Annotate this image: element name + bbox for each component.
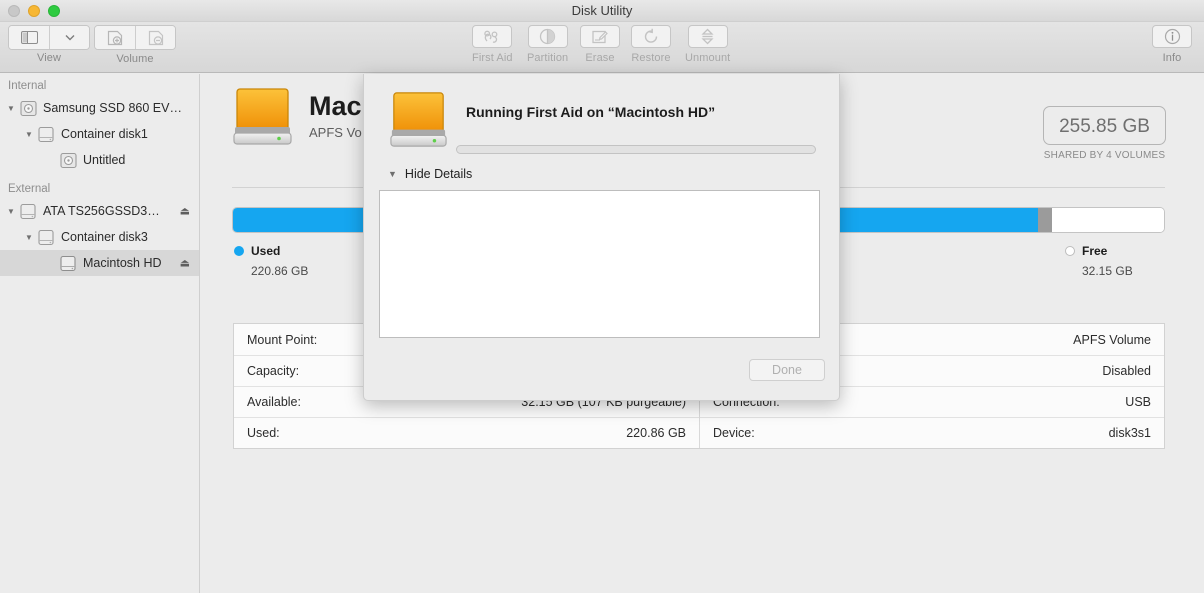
toolbar: View Volume First Aid Partition Erase Re… xyxy=(0,22,1204,73)
legend-free-swatch xyxy=(1065,246,1075,256)
volume-segmented-control[interactable] xyxy=(94,25,176,50)
capacity-value: 255.85 GB xyxy=(1043,106,1166,145)
volume-header: Mac APFS Vo xyxy=(232,86,362,153)
volume-toolbar-group: Volume xyxy=(94,25,176,65)
sidebar-item-macintosh-hd[interactable]: Macintosh HD ⏏ xyxy=(0,250,199,276)
legend-used-swatch xyxy=(234,246,244,256)
legend-used-label: Used xyxy=(251,244,281,258)
view-label: View xyxy=(36,52,62,64)
sidebar-item-label: Macintosh HD xyxy=(83,256,162,270)
volume-name: Mac xyxy=(309,91,362,121)
unmount-button[interactable] xyxy=(687,25,728,48)
sidebar-item-samsung-ssd[interactable]: ▼ Samsung SSD 860 EV… xyxy=(0,95,199,121)
sidebar-item-label: Samsung SSD 860 EV… xyxy=(43,101,182,115)
hide-details-toggle[interactable]: ▼ Hide Details xyxy=(388,167,472,181)
table-row: Used: 220.86 GB xyxy=(234,417,699,448)
view-chevron-down-icon[interactable] xyxy=(49,26,89,49)
sidebar-item-container-disk1[interactable]: ▼ Container disk1 xyxy=(0,121,199,147)
disclosure-triangle-icon[interactable]: ▼ xyxy=(22,233,36,242)
external-drive-icon xyxy=(232,86,293,153)
legend-free-label: Free xyxy=(1082,244,1108,258)
disk-utility-window: Disk Utility View Volume First Aid Parti… xyxy=(0,0,1204,593)
erase-label: Erase xyxy=(585,51,615,64)
restore-button[interactable] xyxy=(631,25,671,48)
info-value: USB xyxy=(1125,395,1151,409)
volume-icon xyxy=(18,203,38,220)
info-toolbar-group: Info xyxy=(1152,25,1192,64)
sidebar-item-label: Container disk3 xyxy=(61,230,148,244)
volume-label: Volume xyxy=(116,52,154,65)
sidebar-item-untitled[interactable]: Untitled xyxy=(0,147,199,173)
eject-icon[interactable]: ⏏ xyxy=(180,205,190,218)
hide-details-label: Hide Details xyxy=(404,167,473,181)
remove-volume-icon[interactable] xyxy=(135,26,175,49)
sidebar-item-label: Untitled xyxy=(83,153,126,167)
info-key: Capacity: xyxy=(247,364,300,378)
first-aid-button[interactable] xyxy=(472,25,513,48)
view-segmented-control[interactable] xyxy=(8,25,90,50)
add-volume-icon[interactable] xyxy=(95,26,135,49)
partition-button[interactable] xyxy=(527,25,568,48)
info-key: Mount Point: xyxy=(247,332,318,347)
capacity-bar-free-segment xyxy=(1052,208,1164,232)
internal-disk-icon xyxy=(58,152,78,169)
legend-free-value: 32.15 GB xyxy=(1082,264,1133,278)
info-label: Info xyxy=(1162,52,1182,64)
details-log-textarea[interactable] xyxy=(379,190,820,338)
sidebar-item-label: Container disk1 xyxy=(61,127,148,141)
restore-label: Restore xyxy=(631,52,671,64)
table-row: Device: disk3s1 xyxy=(700,417,1164,448)
disclosure-triangle-icon[interactable]: ▼ xyxy=(4,207,18,216)
volume-icon xyxy=(36,229,56,246)
legend-free: Free 32.15 GB xyxy=(1065,244,1133,278)
volume-subtitle: APFS Vo xyxy=(309,125,362,140)
disclosure-triangle-icon[interactable]: ▼ xyxy=(4,104,18,113)
unmount-label: Unmount xyxy=(685,52,731,64)
sidebar-toggle-icon[interactable] xyxy=(9,26,49,49)
info-value: disk3s1 xyxy=(1108,426,1151,440)
disclosure-triangle-icon[interactable]: ▼ xyxy=(22,130,36,139)
volume-icon xyxy=(58,255,78,272)
title-bar: Disk Utility xyxy=(0,0,1204,22)
window-title: Disk Utility xyxy=(571,3,633,18)
capacity-summary: 255.85 GB SHARED BY 4 VOLUMES xyxy=(1043,106,1166,161)
sidebar: Internal ▼ Samsung SSD 860 EV… ▼ Contain… xyxy=(0,74,200,593)
info-value: APFS Volume xyxy=(1073,332,1151,347)
legend-used-value: 220.86 GB xyxy=(251,264,309,278)
erase-button[interactable] xyxy=(580,25,620,48)
volume-icon xyxy=(36,126,56,143)
first-aid-label: First Aid xyxy=(472,51,513,64)
sidebar-section-external: External xyxy=(8,183,51,195)
sheet-title: Running First Aid on “Macintosh HD” xyxy=(466,104,716,120)
done-button[interactable]: Done xyxy=(749,359,825,381)
legend-used: Used 220.86 GB xyxy=(234,244,308,278)
eject-icon[interactable]: ⏏ xyxy=(180,257,190,270)
sidebar-item-container-disk3[interactable]: ▼ Container disk3 xyxy=(0,224,199,250)
view-toolbar-group: View xyxy=(8,25,90,64)
info-value: 220.86 GB xyxy=(626,426,686,440)
info-key: Used: xyxy=(247,426,280,440)
external-drive-icon xyxy=(389,90,448,155)
progress-bar xyxy=(456,145,816,154)
partition-toolbar-group: Partition xyxy=(527,25,568,64)
sidebar-item-ata-ts256gssd3[interactable]: ▼ ATA TS256GSSD3… ⏏ xyxy=(0,198,199,224)
internal-disk-icon xyxy=(18,100,38,117)
restore-toolbar-group: Restore xyxy=(631,25,671,64)
sidebar-item-label: ATA TS256GSSD3… xyxy=(43,204,160,218)
sidebar-section-internal: Internal xyxy=(8,80,47,92)
disclosure-triangle-icon[interactable]: ▼ xyxy=(388,169,397,179)
partition-label: Partition xyxy=(527,52,569,64)
unmount-toolbar-group: Unmount xyxy=(685,25,730,64)
erase-toolbar-group: Erase xyxy=(580,25,620,64)
info-key: Device: xyxy=(713,426,755,440)
first-aid-toolbar-group: First Aid xyxy=(472,25,513,64)
info-button[interactable] xyxy=(1152,25,1192,48)
info-value: Disabled xyxy=(1102,364,1151,378)
first-aid-progress-sheet: Running First Aid on “Macintosh HD” ▼ Hi… xyxy=(363,74,840,401)
capacity-bar-other-segment xyxy=(1038,208,1053,232)
capacity-note: SHARED BY 4 VOLUMES xyxy=(1043,150,1166,161)
info-key: Available: xyxy=(247,395,301,409)
